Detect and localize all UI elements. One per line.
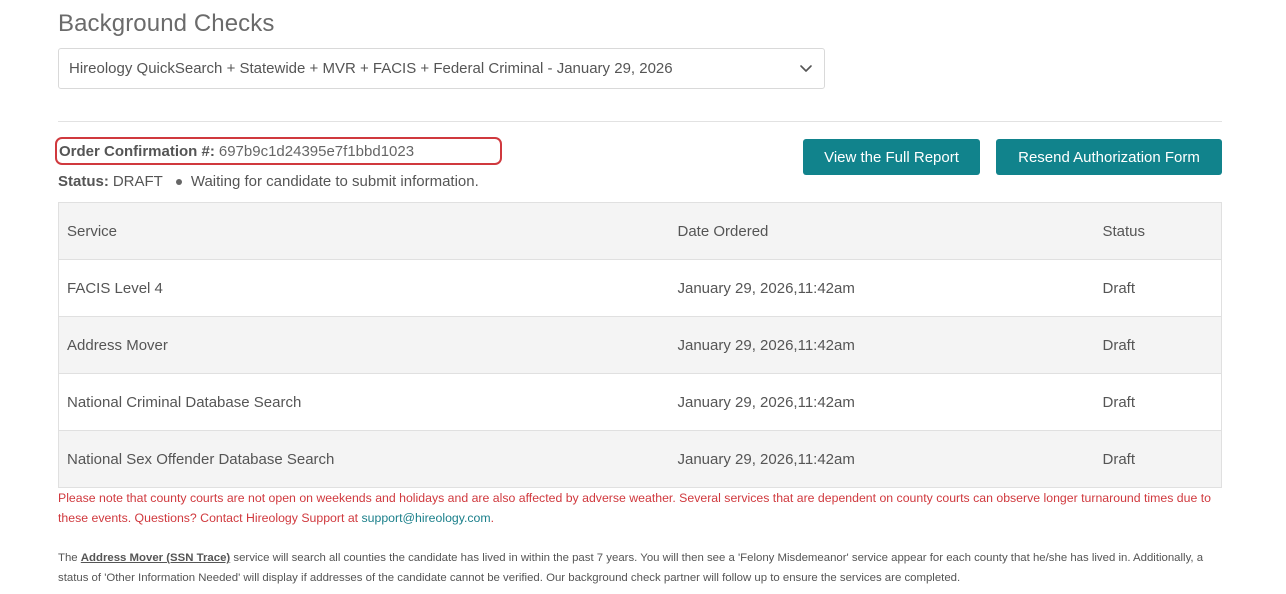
status-value: DRAFT — [112, 173, 163, 190]
date-ordered: January 29, 2026,11:42am — [669, 316, 1095, 374]
date-ordered: January 29, 2026,11:42am — [669, 373, 1095, 431]
section-divider — [58, 121, 1222, 122]
table-row: Address Mover January 29, 2026,11:42am D… — [58, 316, 1222, 374]
service-status: Draft — [1094, 430, 1222, 488]
services-table: Service Date Ordered Status FACIS Level … — [58, 202, 1222, 488]
service-status: Draft — [1094, 373, 1222, 431]
service-name: Address Mover — [58, 316, 670, 374]
date-ordered: January 29, 2026,11:42am — [669, 430, 1095, 488]
status-message: Waiting for candidate to submit informat… — [190, 173, 479, 190]
table-row: FACIS Level 4 January 29, 2026,11:42am D… — [58, 259, 1222, 317]
order-confirmation-label: Order Confirmation #: — [59, 142, 215, 160]
resend-authorization-form-button[interactable]: Resend Authorization Form — [996, 139, 1222, 175]
column-header-status: Status — [1094, 202, 1222, 260]
table-row: National Criminal Database Search Januar… — [58, 373, 1222, 431]
package-select[interactable]: Hireology QuickSearch + Statewide + MVR … — [58, 48, 825, 89]
package-select-value: Hireology QuickSearch + Statewide + MVR … — [69, 60, 673, 77]
support-email-link[interactable]: support@hireology.com — [362, 511, 491, 525]
notice-text: Please note that county courts are not o… — [58, 491, 1211, 525]
table-header-row: Service Date Ordered Status — [58, 202, 1222, 260]
view-full-report-button[interactable]: View the Full Report — [803, 139, 980, 175]
column-header-date-ordered: Date Ordered — [669, 202, 1095, 260]
order-status: Status: DRAFT Waiting for candidate to s… — [58, 173, 479, 190]
service-status: Draft — [1094, 259, 1222, 317]
order-confirmation: Order Confirmation #: 697b9c1d24395e7f1b… — [55, 137, 502, 165]
address-mover-info: The Address Mover (SSN Trace) service wi… — [58, 549, 1226, 588]
chevron-down-icon — [800, 65, 812, 72]
notice-end: . — [490, 511, 495, 525]
date-ordered: January 29, 2026,11:42am — [669, 259, 1095, 317]
service-name: National Sex Offender Database Search — [58, 430, 670, 488]
status-label: Status: — [58, 173, 109, 190]
page-title: Background Checks — [58, 10, 275, 37]
county-courts-notice: Please note that county courts are not o… — [58, 488, 1226, 528]
order-confirmation-number: 697b9c1d24395e7f1bbd1023 — [218, 142, 415, 160]
column-header-service: Service — [58, 202, 670, 260]
info-text: service will search all counties the can… — [58, 552, 1204, 584]
service-status: Draft — [1094, 316, 1222, 374]
service-name: National Criminal Database Search — [58, 373, 670, 431]
address-mover-link[interactable]: Address Mover (SSN Trace) — [81, 552, 230, 564]
bullet-dot-icon — [175, 178, 182, 185]
service-name: FACIS Level 4 — [58, 259, 670, 317]
table-row: National Sex Offender Database Search Ja… — [58, 430, 1222, 488]
info-prefix: The — [58, 552, 81, 564]
